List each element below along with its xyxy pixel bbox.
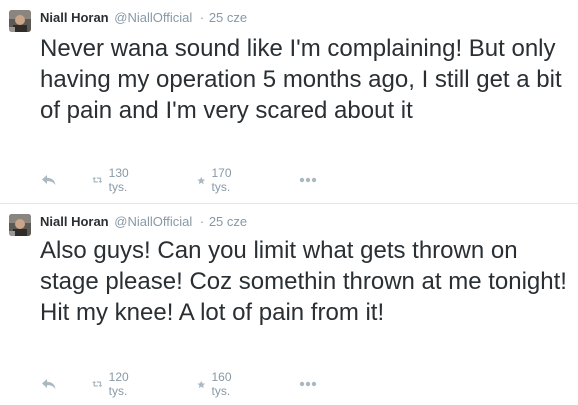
retweet-count: 120 tys. [108, 370, 129, 398]
reply-icon [42, 379, 56, 389]
author-handle[interactable]: @NiallOfficial [114, 10, 192, 25]
star-icon [197, 380, 206, 388]
avatar[interactable] [9, 10, 31, 32]
author-handle[interactable]: @NiallOfficial [114, 214, 192, 229]
more-button[interactable] [299, 375, 317, 393]
favorite-count: 170 tys. [211, 166, 232, 194]
favorite-button[interactable]: 170 tys. [197, 166, 237, 194]
reply-button[interactable] [41, 171, 57, 189]
tweet-text: Never wana sound like I'm complaining! B… [40, 35, 562, 124]
reply-button[interactable] [41, 375, 57, 393]
favorite-count: 160 tys. [211, 370, 232, 398]
retweet-button[interactable]: 120 tys. [92, 370, 135, 398]
tweet-2[interactable]: Niall Horan @NiallOfficial · 25 cze Also… [0, 204, 578, 405]
avatar[interactable] [9, 214, 31, 236]
ellipsis-icon [299, 381, 317, 387]
star-icon [197, 176, 206, 184]
author-name[interactable]: Niall Horan [40, 214, 109, 229]
tweet-timestamp[interactable]: 25 cze [209, 214, 247, 229]
tweet-text: Also guys! Can you limit what gets throw… [40, 237, 567, 326]
tweet-1[interactable]: Niall Horan @NiallOfficial · 25 cze Neve… [0, 0, 578, 203]
header-separator: · [199, 10, 205, 25]
retweet-icon [92, 380, 103, 388]
retweet-count: 130 tys. [108, 166, 129, 194]
retweet-icon [92, 176, 103, 184]
tweet-timestamp[interactable]: 25 cze [209, 10, 247, 25]
reply-icon [42, 175, 56, 185]
header-separator: · [199, 214, 205, 229]
favorite-button[interactable]: 160 tys. [197, 370, 237, 398]
more-button[interactable] [299, 171, 317, 189]
retweet-button[interactable]: 130 tys. [92, 166, 135, 194]
tweet-header: Niall Horan @NiallOfficial · 25 cze [40, 213, 247, 231]
author-name[interactable]: Niall Horan [40, 10, 109, 25]
ellipsis-icon [299, 177, 317, 183]
tweet-header: Niall Horan @NiallOfficial · 25 cze [40, 9, 247, 27]
